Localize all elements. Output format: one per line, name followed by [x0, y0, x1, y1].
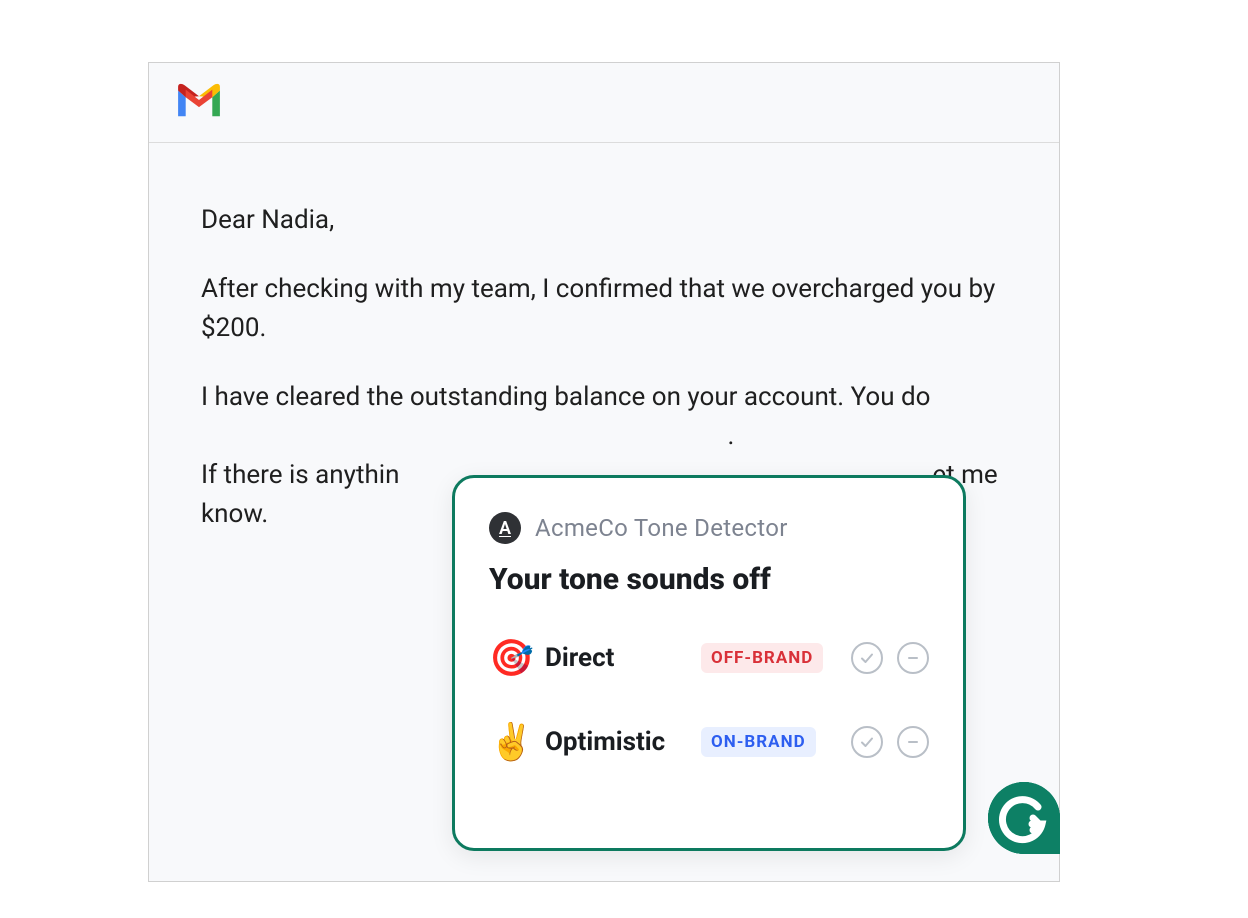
- target-icon: 🎯: [489, 637, 545, 679]
- email-header: [149, 63, 1059, 143]
- tone-row-actions: [851, 726, 929, 758]
- tone-row-actions: [851, 642, 929, 674]
- gmail-icon: [174, 82, 224, 124]
- on-brand-badge: ON-BRAND: [701, 727, 816, 757]
- tone-popup-title: Your tone sounds off: [489, 562, 929, 597]
- tone-row-direct: 🎯 Direct OFF-BRAND: [489, 637, 929, 679]
- accept-button[interactable]: [851, 726, 883, 758]
- acme-brand-icon: A: [489, 512, 521, 544]
- dismiss-button[interactable]: [897, 726, 929, 758]
- victory-hand-icon: ✌️: [489, 721, 545, 763]
- email-greeting: Dear Nadia,: [201, 201, 1007, 240]
- tone-popup-header: A AcmeCo Tone Detector: [489, 512, 929, 544]
- tone-brand-name: AcmeCo Tone Detector: [535, 514, 788, 542]
- off-brand-badge: OFF-BRAND: [701, 643, 823, 673]
- tone-detector-popup: A AcmeCo Tone Detector Your tone sounds …: [452, 475, 966, 851]
- grammarly-icon[interactable]: [988, 782, 1060, 854]
- tone-label-direct: Direct: [545, 643, 701, 673]
- accept-button[interactable]: [851, 642, 883, 674]
- email-paragraph-1: After checking with my team, I confirmed…: [201, 270, 1001, 348]
- dismiss-button[interactable]: [897, 642, 929, 674]
- tone-row-optimistic: ✌️ Optimistic ON-BRAND: [489, 721, 929, 763]
- tone-label-optimistic: Optimistic: [545, 727, 701, 757]
